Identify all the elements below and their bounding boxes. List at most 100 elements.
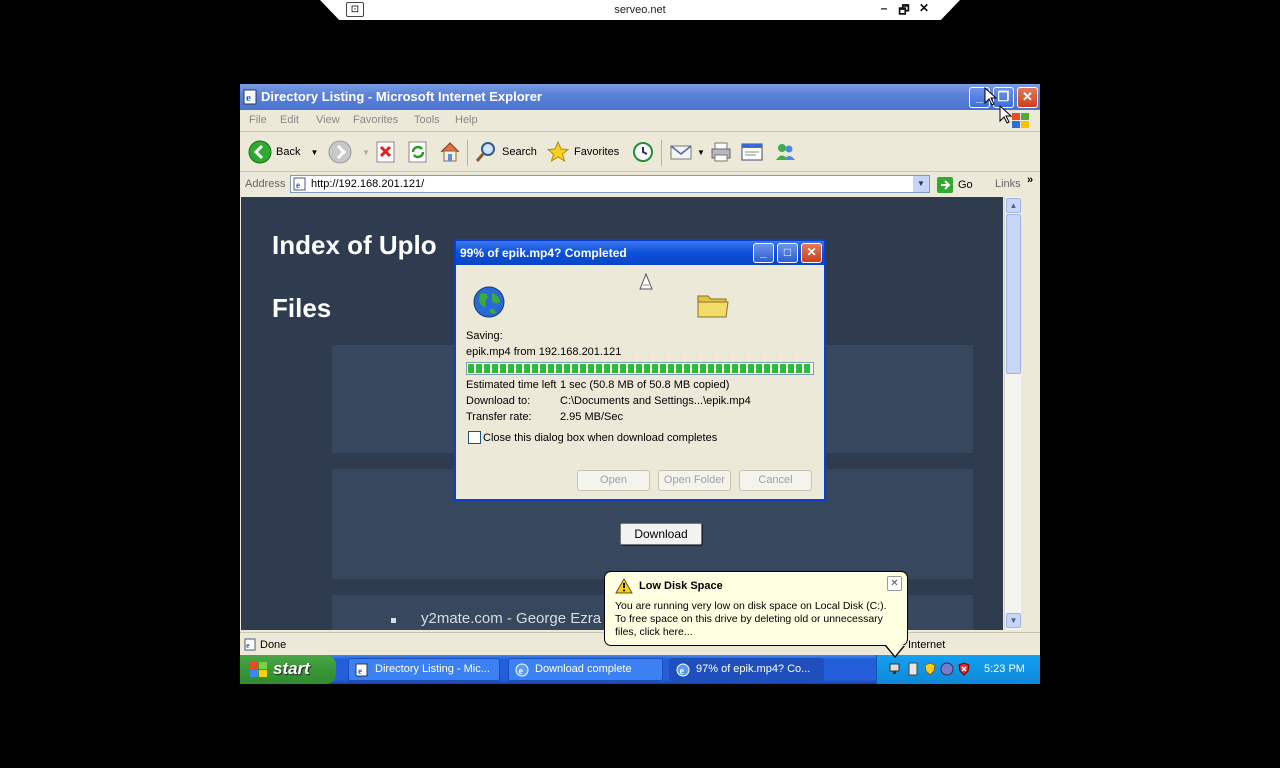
menu-favorites[interactable]: Favorites: [353, 114, 398, 126]
edit-button[interactable]: [740, 140, 764, 164]
dialog-titlebar[interactable]: 99% of epik.mp4? Completed _ □ ✕: [456, 241, 824, 265]
viewer-minimize-button[interactable]: –: [876, 1, 892, 15]
close-on-complete-checkbox[interactable]: [468, 431, 481, 444]
security-shield-icon[interactable]: [923, 662, 937, 676]
viewer-restore-button[interactable]: 🗗: [896, 1, 912, 20]
forward-dropdown-icon[interactable]: ▼: [362, 148, 370, 157]
menu-view[interactable]: View: [316, 114, 340, 126]
back-label: Back: [276, 146, 301, 158]
progress-block: [788, 364, 794, 373]
remote-viewer-bar: ⊡ serveo.net – 🗗 ✕: [320, 0, 960, 20]
close-on-complete-label[interactable]: Close this dialog box when download comp…: [483, 432, 717, 444]
print-button[interactable]: [709, 140, 733, 164]
cancel-button[interactable]: Cancel: [739, 470, 812, 491]
download-progress-bar: [466, 362, 814, 375]
folder-icon: [697, 295, 729, 318]
balloon-close-button[interactable]: ✕: [887, 576, 902, 591]
links-label[interactable]: Links: [995, 178, 1021, 190]
balloon-title: Low Disk Space: [639, 580, 723, 592]
transfer-rate-value: 2.95 MB/Sec: [560, 411, 623, 423]
progress-block: [676, 364, 682, 373]
clock: 5:23 PM: [984, 663, 1025, 675]
menu-edit[interactable]: Edit: [280, 114, 299, 126]
taskbar-item-download-progress[interactable]: e 97% of epik.mp4? Co...: [669, 658, 824, 681]
security-zone: Internet: [908, 639, 946, 651]
progress-block: [468, 364, 474, 373]
balloon-body[interactable]: You are running very low on disk space o…: [615, 600, 897, 639]
download-button[interactable]: Download: [620, 523, 702, 545]
download-to-label: Download to:: [466, 395, 531, 407]
warning-icon: [615, 578, 633, 594]
favorites-button[interactable]: Favorites: [546, 140, 619, 164]
saving-value: epik.mp4 from 192.168.201.121: [466, 346, 622, 358]
progress-block: [660, 364, 666, 373]
vertical-scrollbar[interactable]: ▲ ▼: [1004, 197, 1021, 630]
open-folder-button[interactable]: Open Folder: [658, 470, 731, 491]
progress-block: [636, 364, 642, 373]
forward-button[interactable]: ▼: [328, 140, 370, 164]
toolbar-separator: [467, 140, 468, 166]
dialog-minimize-button[interactable]: _: [753, 243, 774, 263]
progress-block: [564, 364, 570, 373]
home-button[interactable]: [438, 140, 462, 164]
refresh-button[interactable]: [407, 140, 429, 164]
dialog-close-button[interactable]: ✕: [801, 243, 822, 263]
scroll-thumb[interactable]: [1006, 214, 1021, 374]
close-button[interactable]: ✕: [1017, 87, 1038, 108]
address-label: Address: [245, 178, 286, 190]
search-icon: [475, 142, 495, 162]
back-button[interactable]: Back ▼: [248, 140, 318, 164]
messenger-button[interactable]: [773, 140, 797, 164]
viewer-host: serveo.net: [614, 4, 666, 16]
links-chevron-icon[interactable]: »: [1027, 174, 1033, 186]
go-button[interactable]: Go: [936, 176, 973, 194]
address-input[interactable]: e http://192.168.201.121/ ▼: [290, 175, 930, 193]
ie-titlebar[interactable]: e Directory Listing - Microsoft Internet…: [240, 84, 1040, 110]
scroll-down-icon[interactable]: ▼: [1006, 613, 1021, 628]
window-title: Directory Listing - Microsoft Internet E…: [261, 89, 542, 104]
volume-icon[interactable]: [940, 662, 954, 676]
progress-block: [740, 364, 746, 373]
stop-button[interactable]: [375, 140, 397, 164]
mail-button[interactable]: ▼: [669, 140, 705, 164]
menu-tools[interactable]: Tools: [414, 114, 440, 126]
start-button[interactable]: start: [240, 655, 336, 684]
network-icon[interactable]: [889, 662, 903, 676]
menu-file[interactable]: File: [249, 114, 267, 126]
mail-dropdown-icon[interactable]: ▼: [697, 148, 705, 157]
download-dialog: 99% of epik.mp4? Completed _ □ ✕ Saving:…: [454, 239, 826, 501]
progress-block: [500, 364, 506, 373]
balloon-tail: [885, 645, 905, 658]
globe-icon: [473, 286, 505, 318]
progress-block: [708, 364, 714, 373]
disk-warning-icon[interactable]: [907, 662, 919, 676]
edit-page-icon: [741, 143, 763, 161]
estimated-time-value: 1 sec (50.8 MB of 50.8 MB copied): [560, 379, 730, 391]
svg-text:e: e: [246, 641, 250, 650]
dialog-maximize-button[interactable]: □: [777, 243, 798, 263]
home-icon: [440, 142, 460, 162]
menu-help[interactable]: Help: [455, 114, 478, 126]
progress-block: [684, 364, 690, 373]
viewer-close-button[interactable]: ✕: [916, 1, 932, 15]
progress-block: [628, 364, 634, 373]
mouse-cursor-icon: [984, 87, 998, 106]
back-dropdown-icon[interactable]: ▼: [310, 148, 318, 157]
progress-block: [604, 364, 610, 373]
progress-block: [644, 364, 650, 373]
address-dropdown-icon[interactable]: ▼: [913, 176, 929, 192]
ie-icon: e: [676, 663, 690, 677]
alert-shield-icon[interactable]: [957, 662, 971, 676]
progress-block: [532, 364, 538, 373]
taskbar-item-directory-listing[interactable]: e Directory Listing - Mic...: [348, 658, 500, 681]
file-link[interactable]: y2mate.com - George Ezra: [421, 610, 601, 627]
remote-desktop: e Directory Listing - Microsoft Internet…: [240, 84, 1040, 684]
open-button[interactable]: Open: [577, 470, 650, 491]
low-disk-space-balloon[interactable]: Low Disk Space ✕ You are running very lo…: [604, 571, 908, 658]
search-button[interactable]: Search: [474, 140, 537, 164]
taskbar-item-download-complete[interactable]: e Download complete: [508, 658, 663, 681]
history-button[interactable]: [631, 140, 655, 164]
ie-page-icon: e: [355, 663, 368, 677]
scroll-up-icon[interactable]: ▲: [1006, 198, 1021, 213]
favorites-label: Favorites: [574, 146, 620, 158]
